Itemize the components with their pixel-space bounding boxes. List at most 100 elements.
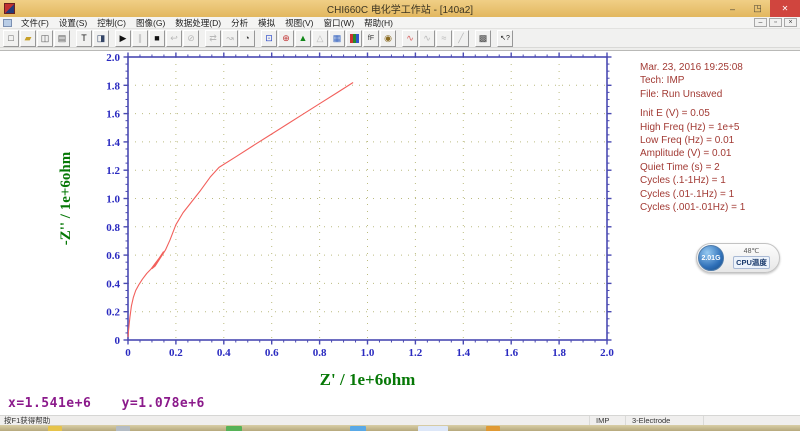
- info-header-line: File: Run Unsaved: [640, 88, 723, 100]
- menu-item-setup[interactable]: 设置(S): [54, 17, 92, 29]
- context-help-icon: ↖?: [500, 34, 510, 42]
- overlay-plots-button[interactable]: ▦: [329, 29, 345, 47]
- context-help-button[interactable]: ↖?: [497, 29, 513, 47]
- taskbar-item-5[interactable]: [486, 426, 500, 431]
- data-plot-button[interactable]: ⊡: [261, 29, 277, 47]
- ff-label-icon: fF: [367, 34, 375, 42]
- y-tick-label: 1.0: [106, 194, 120, 206]
- window-layout-button[interactable]: ◨: [93, 29, 109, 47]
- menu-item-dataproc[interactable]: 数据处理(D): [170, 17, 226, 29]
- copy-graph-button[interactable]: ◉: [380, 29, 396, 47]
- step-arrows-button[interactable]: ⇄: [205, 29, 221, 47]
- stop-experiment-button[interactable]: ■: [149, 29, 165, 47]
- new-file-icon: □: [8, 32, 14, 43]
- peak-find-alt-button[interactable]: △: [312, 29, 328, 47]
- restore-button[interactable]: ◳: [745, 0, 770, 17]
- color-bars-button[interactable]: [346, 29, 362, 47]
- os-taskbar: [0, 425, 800, 431]
- draw-line-button[interactable]: ╱: [453, 29, 469, 47]
- menu-item-file[interactable]: 文件(F): [16, 17, 54, 29]
- status-technique: IMP: [589, 416, 625, 425]
- wave-fit-icon: ≈: [441, 32, 447, 43]
- info-header: Mar. 23, 2016 19:25:08 Tech: IMP File: Run…: [640, 61, 745, 101]
- menu-item-graphics[interactable]: 图像(G): [131, 17, 170, 29]
- x-tick-label: 0.6: [265, 347, 279, 359]
- y-tick-label: 1.8: [106, 80, 120, 92]
- taskbar-item-1[interactable]: [116, 426, 130, 431]
- rotating-dial-button[interactable]: ◔: [239, 29, 255, 47]
- x-tick-label: 1.8: [552, 347, 566, 359]
- window-layout-icon: ◨: [96, 32, 106, 43]
- y-tick-label: 0: [115, 335, 121, 347]
- zoom-in-icon: ⊕: [282, 32, 290, 43]
- menu-item-sim[interactable]: 模拟: [253, 17, 280, 29]
- menu-item-help[interactable]: 帮助(H): [359, 17, 398, 29]
- minimize-button[interactable]: –: [720, 0, 745, 17]
- reverse-scan-button[interactable]: ↩: [166, 29, 182, 47]
- print-button[interactable]: ▤: [54, 29, 70, 47]
- y-tick-label: 1.6: [106, 109, 120, 121]
- taskbar-item-0[interactable]: [48, 426, 62, 431]
- info-param-line: Quiet Time (s) = 2: [640, 161, 720, 173]
- x-tick-label: 0.4: [217, 347, 231, 359]
- menu-item-window[interactable]: 窗口(W): [318, 17, 359, 29]
- mdi-close-button[interactable]: ×: [784, 18, 797, 27]
- taskbar-item-2[interactable]: [226, 426, 242, 431]
- cancel-run-button[interactable]: ⊘: [183, 29, 199, 47]
- status-filler: [703, 416, 800, 425]
- overlay-plots-icon: ▦: [332, 32, 342, 43]
- pause-experiment-button[interactable]: ∥: [132, 29, 148, 47]
- window-title: CHI660C 电化学工作站 - [140a2]: [326, 5, 474, 16]
- y-tick-label: 0.2: [106, 307, 120, 319]
- peak-find-button[interactable]: ▲: [295, 29, 311, 47]
- peak-find-icon: ▲: [298, 32, 308, 43]
- wave-red-button[interactable]: ∿: [402, 29, 418, 47]
- new-file-button[interactable]: □: [3, 29, 19, 47]
- print-icon: ▤: [57, 32, 67, 43]
- document-icon: [3, 18, 12, 27]
- data-grid-icon: ▩: [478, 32, 488, 43]
- mdi-restore-button[interactable]: ▫: [769, 18, 782, 27]
- run-experiment-button[interactable]: ▶: [115, 29, 131, 47]
- wave-gray-button[interactable]: ∿: [419, 29, 435, 47]
- mdi-minimize-button[interactable]: –: [754, 18, 767, 27]
- zoom-in-button[interactable]: ⊕: [278, 29, 294, 47]
- plot-client-area: 0 0 0.2 0.2 0.4 0.4 0.6 0.6 0.8 0.8 1.0 1.0 1.2 1.2 1.…: [0, 51, 800, 415]
- info-params: Init E (V) = 0.05 High Freq (Hz) = 1e+5 Lo…: [640, 107, 745, 214]
- cpu-speed-value: 2.01G: [701, 254, 721, 262]
- x-tick-label: 1.2: [409, 347, 423, 359]
- x-tick-label: 0.2: [169, 347, 183, 359]
- data-grid-button[interactable]: ▩: [475, 29, 491, 47]
- y-tick-label: 1.2: [106, 165, 120, 177]
- taskbar-item-4[interactable]: [418, 426, 448, 431]
- wave-red-icon: ∿: [406, 32, 414, 43]
- status-electrode-mode: 3-Electrode: [625, 416, 703, 425]
- y-tick-label: 1.4: [106, 137, 120, 149]
- info-param-line: Cycles (.001-.01Hz) = 1: [640, 202, 746, 214]
- taskbar-item-3[interactable]: [350, 426, 366, 431]
- menu-item-control[interactable]: 控制(C): [92, 17, 131, 29]
- draw-line-icon: ╱: [458, 32, 464, 43]
- experiment-info-panel: Mar. 23, 2016 19:25:08 Tech: IMP File: Run…: [640, 61, 745, 214]
- open-file-button[interactable]: ▰: [20, 29, 36, 47]
- cpu-monitor-gadget[interactable]: 2.01G 48℃ CPU温度: [696, 243, 780, 273]
- y-tick-label: 0.4: [106, 278, 120, 290]
- run-experiment-icon: ▶: [119, 32, 127, 43]
- peak-find-alt-icon: △: [316, 32, 324, 43]
- x-tick-label: 1.0: [361, 347, 375, 359]
- text-tool-button[interactable]: T: [76, 29, 92, 47]
- ramp-signal-button[interactable]: ↝: [222, 29, 238, 47]
- nyquist-plot[interactable]: 00 0.2 0.2 0.4 0.4 0.6 0.6 0.8 0.8 1.0 1.0 1.2 1.2 1.…: [0, 51, 620, 397]
- save-file-button[interactable]: ◫: [37, 29, 53, 47]
- x-tick-label: 0.8: [313, 347, 327, 359]
- window-controls: – ◳ ✕: [720, 0, 800, 17]
- wave-gray-icon: ∿: [423, 32, 431, 43]
- menu-item-view[interactable]: 视图(V): [280, 17, 318, 29]
- menu-item-analysis[interactable]: 分析: [226, 17, 253, 29]
- ff-label-button[interactable]: fF: [363, 29, 379, 47]
- wave-fit-button[interactable]: ≈: [436, 29, 452, 47]
- close-button[interactable]: ✕: [770, 0, 800, 17]
- x-tick-label: 0: [125, 347, 131, 359]
- x-tick-label: 2.0: [600, 347, 614, 359]
- app-window: CHI660C 电化学工作站 - [140a2] – ◳ ✕ 文件(F) 设置(S…: [0, 0, 800, 431]
